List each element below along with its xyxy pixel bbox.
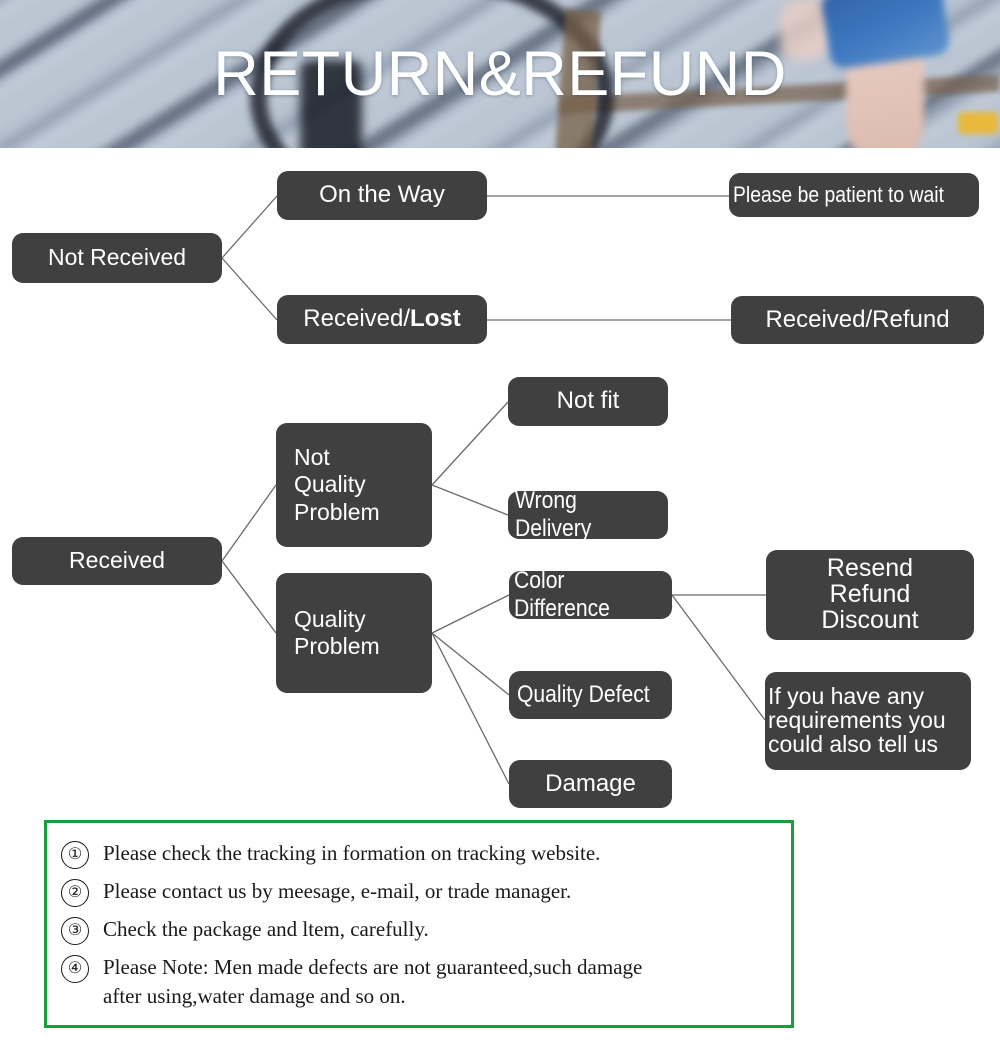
note-number-4: ④ (61, 955, 89, 983)
note-text-2: Please contact us by meesage, e-mail, or… (103, 879, 572, 903)
note-number-3: ③ (61, 917, 89, 945)
node-label: Quality Defect (517, 680, 650, 708)
node-label: Not fit (556, 387, 620, 415)
notes-box: ① Please check the tracking in formation… (44, 820, 794, 1028)
node-label: If you have any requirements you could a… (768, 683, 946, 757)
note-text-4: Please Note: Men made defects are not gu… (103, 955, 643, 1008)
link-notreceived-ontheway (221, 195, 278, 259)
node-received-refund[interactable]: Received/Refund (731, 296, 984, 344)
node-quality-defect[interactable]: Quality Defect (509, 671, 672, 719)
node-please-be-patient[interactable]: Please be patient to wait (729, 173, 979, 217)
node-on-the-way[interactable]: On the Way (277, 171, 487, 220)
link-quality-qualitydefect (431, 632, 510, 696)
note-text-3: Check the package and ltem, carefully. (103, 917, 429, 941)
link-received-notquality (221, 484, 277, 562)
node-resend-refund-discount[interactable]: Resend Refund Discount (766, 550, 974, 640)
link-colordiff-requirements (671, 594, 766, 721)
node-label: On the Way (319, 181, 445, 209)
node-not-quality-problem[interactable]: Not Quality Problem (276, 423, 432, 547)
node-not-received[interactable]: Not Received (12, 233, 222, 283)
node-received-lost[interactable]: Received/Lost (277, 295, 487, 344)
link-notquality-notfit (431, 401, 509, 486)
return-refund-flowchart: Not Received Received On the Way Receive… (0, 148, 1000, 813)
link-quality-damage (431, 632, 510, 785)
note-number-1: ① (61, 841, 89, 869)
note-item: ② Please contact us by meesage, e-mail, … (61, 877, 777, 907)
node-color-difference[interactable]: Color Difference (509, 567, 672, 622)
link-received-quality (221, 560, 277, 634)
note-item: ① Please check the tracking in formation… (61, 839, 777, 869)
note-text-1: Please check the tracking in formation o… (103, 841, 601, 865)
node-label: Quality Problem (294, 605, 380, 659)
node-label: Received/Refund (765, 305, 950, 333)
note-number-2: ② (61, 879, 89, 907)
node-label: Received (69, 547, 165, 574)
note-item: ③ Check the package and ltem, carefully. (61, 915, 777, 945)
node-not-fit[interactable]: Not fit (508, 377, 668, 426)
node-damage[interactable]: Damage (509, 760, 672, 808)
link-quality-colordiff (431, 594, 510, 634)
page-title: RETURN&REFUND (213, 39, 787, 109)
node-label: Not Received (47, 244, 187, 271)
node-label: Wrong Delivery (515, 486, 592, 542)
node-label: Resend Refund Discount (821, 554, 919, 634)
node-requirements[interactable]: If you have any requirements you could a… (765, 672, 971, 770)
note-item: ④ Please Note: Men made defects are not … (61, 953, 777, 1011)
node-label: Please be patient to wait (733, 182, 944, 208)
header-banner: RETURN&REFUND (0, 0, 1000, 148)
node-label-emphasis: Lost (410, 305, 461, 333)
node-label: Received/ (303, 305, 411, 333)
node-wrong-delivery[interactable]: Wrong Delivery (508, 487, 668, 542)
node-received[interactable]: Received (12, 537, 222, 585)
node-label: Color Difference (514, 566, 610, 622)
node-label: Not Quality Problem (294, 444, 380, 525)
link-notreceived-receivedlost (221, 257, 278, 321)
node-label: Damage (545, 769, 636, 797)
node-quality-problem[interactable]: Quality Problem (276, 573, 432, 693)
link-notquality-wrongdelivery (431, 484, 509, 516)
